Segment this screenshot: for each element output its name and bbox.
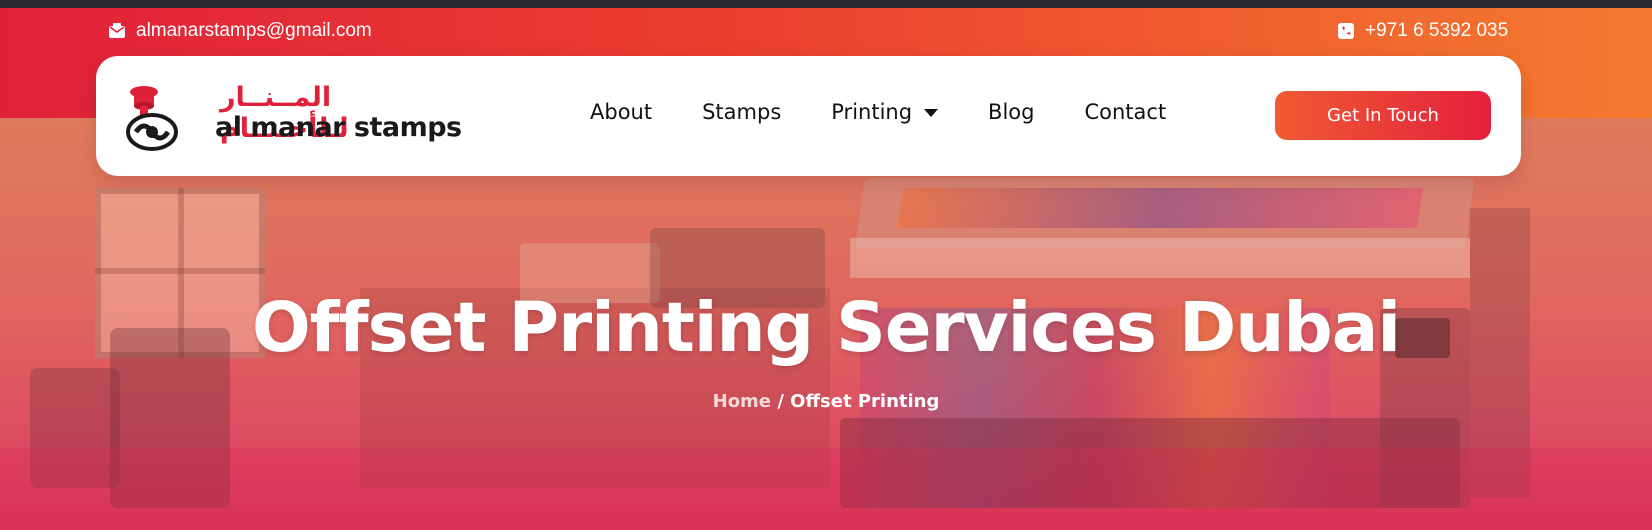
nav-item-label: Contact [1084,100,1167,124]
breadcrumb-home-link[interactable]: Home [713,391,771,412]
hero-banner: Offset Printing Services Dubai Home / Of… [0,118,1652,530]
phone-text: +971 6 5392 035 [1365,20,1509,41]
breadcrumb-current: Offset Printing [790,391,940,412]
email-text: almanarstamps@gmail.com [136,20,372,41]
stamp-logo-icon [126,86,178,151]
breadcrumb-separator: / [777,391,784,412]
site-logo[interactable]: المــنــار لـلأخـتــام al manar stamps [122,82,462,152]
main-navbar: المــنــار لـلأخـتــام al manar stamps A… [96,56,1521,176]
nav-item-about[interactable]: About [590,100,652,124]
nav-item-blog[interactable]: Blog [988,100,1034,124]
caret-down-icon[interactable] [924,109,939,117]
page-title: Offset Printing Services Dubai [251,288,1401,368]
envelope-icon [108,22,126,40]
nav-item-contact[interactable]: Contact [1084,100,1166,124]
phone-contact[interactable]: +971 6 5392 035 [1337,20,1508,42]
nav-item-printing[interactable]: Printing [831,100,939,124]
nav-item-label: Stamps [702,100,782,124]
nav-item-label: Printing [831,100,913,124]
brand-name-english: al manar stamps [215,112,462,143]
nav-item-label: Blog [988,100,1035,124]
email-contact[interactable]: almanarstamps@gmail.com [108,20,372,42]
breadcrumb: Home / Offset Printing [0,391,1652,412]
browser-top-strip [0,0,1652,8]
get-in-touch-button[interactable]: Get In Touch [1275,91,1491,140]
phone-icon [1337,22,1355,40]
nav-item-stamps[interactable]: Stamps [702,100,781,124]
primary-nav: About Stamps Printing Blog Contact [590,100,1166,124]
nav-item-label: About [590,100,653,124]
